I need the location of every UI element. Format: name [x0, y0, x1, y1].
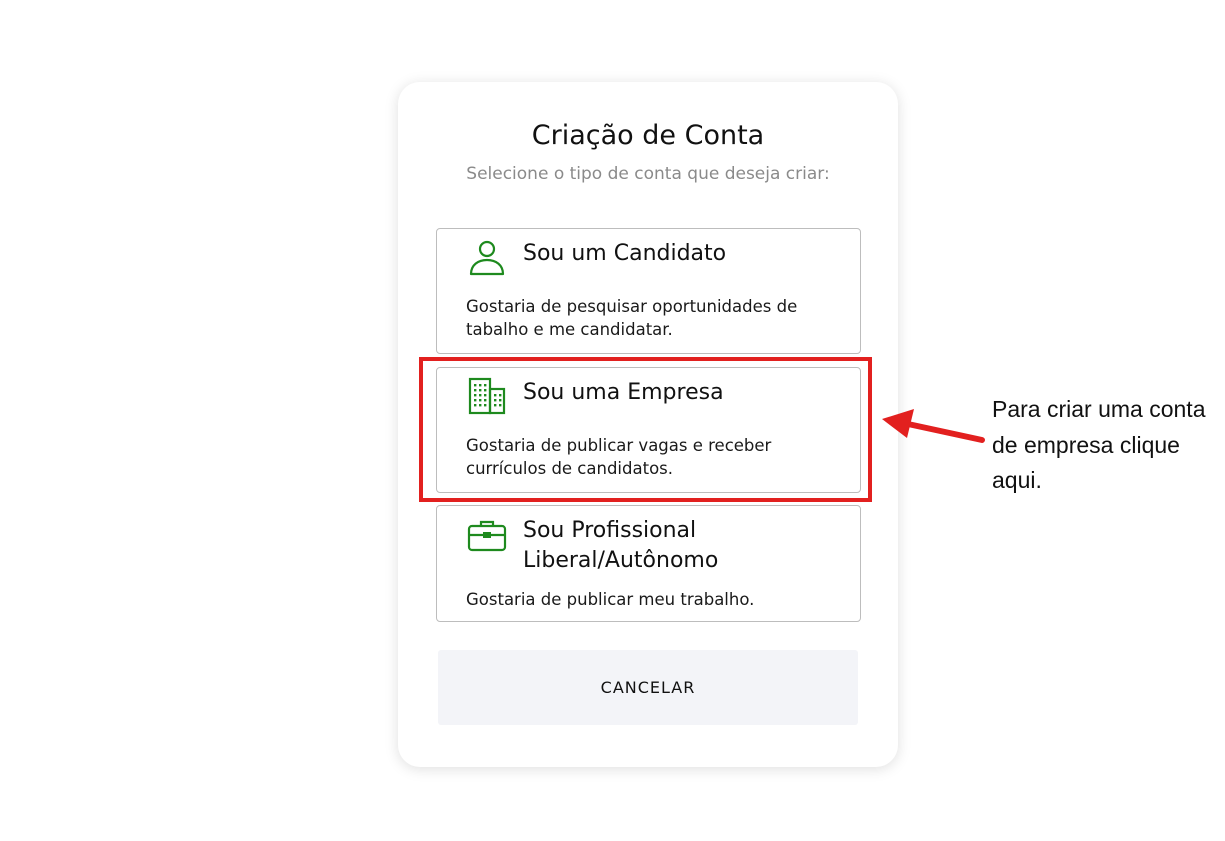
cancel-button[interactable]: CANCELAR [438, 650, 858, 725]
dialog-subtitle: Selecione o tipo de conta que deseja cri… [466, 164, 830, 184]
dialog-title: Criação de Conta [531, 120, 765, 151]
briefcase-icon [467, 520, 507, 552]
option-description: Gostaria de publicar meu trabalho. [466, 590, 755, 609]
annotation-text: Para criar uma conta de empresa clique a… [992, 396, 1206, 493]
option-title: Sou Profissional Liberal/Autônomo [523, 518, 719, 573]
user-icon [469, 240, 505, 276]
highlight-box [419, 357, 872, 502]
option-title: Sou um Candidato [523, 241, 727, 266]
option-candidate[interactable]: Sou um Candidato Gostaria de pesquisar o… [436, 228, 861, 354]
option-description: Gostaria de pesquisar oportunidades de t… [466, 297, 798, 339]
option-freelancer[interactable]: Sou Profissional Liberal/Autônomo Gostar… [436, 505, 861, 622]
arrow-left-icon [882, 409, 985, 443]
